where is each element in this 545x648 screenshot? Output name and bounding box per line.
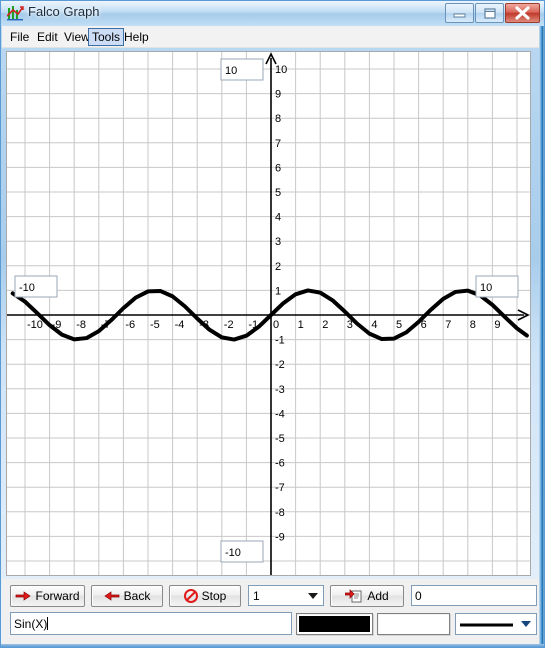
range-box-left[interactable]: -10 — [14, 275, 58, 298]
value-input[interactable]: 0 — [411, 585, 537, 606]
arrow-left-icon — [104, 591, 120, 601]
svg-text:3: 3 — [275, 236, 281, 248]
graph-range-boxes[interactable]: 10-10-10 10 — [14, 58, 519, 563]
add-document-icon — [345, 589, 362, 603]
menu-bar: File Edit View Tools Help — [2, 26, 544, 48]
line-color-swatch[interactable] — [296, 613, 373, 635]
minimize-button[interactable] — [445, 3, 474, 23]
window-bottom-edge — [1, 644, 544, 647]
window-title: Falco Graph — [28, 4, 100, 19]
stop-circle-icon — [183, 589, 198, 603]
svg-text:-4: -4 — [275, 408, 285, 420]
add-button-label: Add — [367, 589, 389, 603]
range-box-bottom[interactable]: -10 — [220, 540, 264, 563]
range-box-bottom-text: -10 — [225, 547, 241, 559]
step-dropdown[interactable]: 1 — [248, 585, 324, 606]
svg-text:9: 9 — [275, 89, 281, 101]
maximize-icon — [484, 8, 496, 19]
graph-canvas[interactable]: -10 -9 -8 -7 -6 -5 -4 -3 -2 -1 0 1 2 3 4 5 6 7 8 9 10 9 8 7 6 5 4 3… — [6, 51, 531, 576]
svg-text:-6: -6 — [275, 458, 285, 470]
svg-text:-8: -8 — [76, 319, 86, 331]
menu-item-file[interactable]: File — [6, 29, 33, 45]
forward-button[interactable]: Forward — [10, 585, 85, 607]
stop-button-label: Stop — [201, 589, 227, 603]
range-box-top[interactable]: 10 — [220, 58, 264, 81]
application-window: Falco Graph File Edit View Tools Help -1… — [0, 0, 545, 648]
forward-button-label: Forward — [35, 589, 80, 603]
svg-text:-5: -5 — [275, 433, 285, 445]
expression-input[interactable]: Sin(X) — [10, 612, 292, 635]
svg-text:-10: -10 — [27, 319, 43, 331]
menu-item-edit[interactable]: Edit — [33, 29, 62, 45]
svg-text:10: 10 — [275, 64, 287, 76]
menu-item-help[interactable]: Help — [120, 29, 153, 45]
range-box-right-text: 10 — [480, 282, 492, 294]
menu-item-tools[interactable]: Tools — [88, 28, 125, 46]
svg-text:4: 4 — [275, 212, 281, 224]
svg-text:9: 9 — [494, 319, 500, 331]
svg-text:6: 6 — [275, 162, 281, 174]
expression-input-text: Sin(X) — [14, 616, 48, 631]
graph-icon — [7, 6, 24, 21]
range-box-right[interactable]: 10 — [475, 275, 519, 298]
svg-text:-9: -9 — [275, 531, 285, 543]
close-icon — [515, 6, 530, 20]
svg-text:8: 8 — [275, 113, 281, 125]
fill-color-swatch[interactable] — [377, 613, 450, 635]
graph-gridlines — [7, 52, 530, 575]
control-bar: Forward Back Stop 1 Add 0 Sin(X) — [2, 579, 544, 647]
graph-plot: -10 -9 -8 -7 -6 -5 -4 -3 -2 -1 0 1 2 3 4 5 6 7 8 9109876543… — [7, 52, 530, 575]
close-button[interactable] — [505, 3, 540, 23]
range-box-top-text: 10 — [225, 65, 237, 77]
svg-text:8: 8 — [470, 319, 476, 331]
svg-text:5: 5 — [275, 187, 281, 199]
stop-button[interactable]: Stop — [169, 585, 241, 607]
svg-text:-4: -4 — [175, 319, 185, 331]
value-input-text: 0 — [415, 588, 422, 603]
graph-axes — [7, 52, 530, 575]
svg-text:-6: -6 — [125, 319, 135, 331]
back-button[interactable]: Back — [91, 585, 163, 607]
graph-tick-labels: -10 -9 -8 -7 -6 -5 -4 -3 -2 -1 0 1 2 3 4 5 6 7 8 9109876543… — [27, 64, 501, 543]
svg-text:7: 7 — [445, 319, 451, 331]
chevron-down-icon — [308, 592, 318, 599]
svg-text:5: 5 — [396, 319, 402, 331]
arrow-right-icon — [16, 591, 32, 601]
svg-text:1: 1 — [298, 319, 304, 331]
add-button[interactable]: Add — [330, 585, 404, 607]
svg-text:2: 2 — [322, 319, 328, 331]
svg-text:-8: -8 — [275, 507, 285, 519]
range-box-left-text: -10 — [19, 282, 35, 294]
svg-text:-1: -1 — [275, 335, 285, 347]
svg-text:-3: -3 — [275, 384, 285, 396]
minimize-icon — [453, 13, 466, 18]
svg-text:2: 2 — [275, 261, 281, 273]
chevron-down-icon — [521, 621, 531, 627]
svg-text:-2: -2 — [224, 319, 234, 331]
svg-text:-5: -5 — [150, 319, 160, 331]
text-caret — [47, 617, 49, 630]
window-right-edge — [539, 26, 544, 647]
line-color-fill — [299, 616, 370, 632]
step-dropdown-value: 1 — [253, 588, 260, 603]
svg-text:-7: -7 — [275, 482, 285, 494]
svg-text:4: 4 — [371, 319, 377, 331]
svg-text:-2: -2 — [275, 359, 285, 371]
svg-text:1: 1 — [275, 285, 281, 297]
svg-text:0: 0 — [273, 319, 279, 331]
solid-line-icon — [460, 623, 513, 627]
fill-color-fill — [380, 616, 447, 632]
maximize-button[interactable] — [475, 3, 504, 23]
title-bar[interactable]: Falco Graph — [1, 1, 544, 26]
back-button-label: Back — [123, 589, 151, 603]
line-style-dropdown[interactable] — [455, 613, 537, 635]
svg-text:7: 7 — [275, 138, 281, 150]
